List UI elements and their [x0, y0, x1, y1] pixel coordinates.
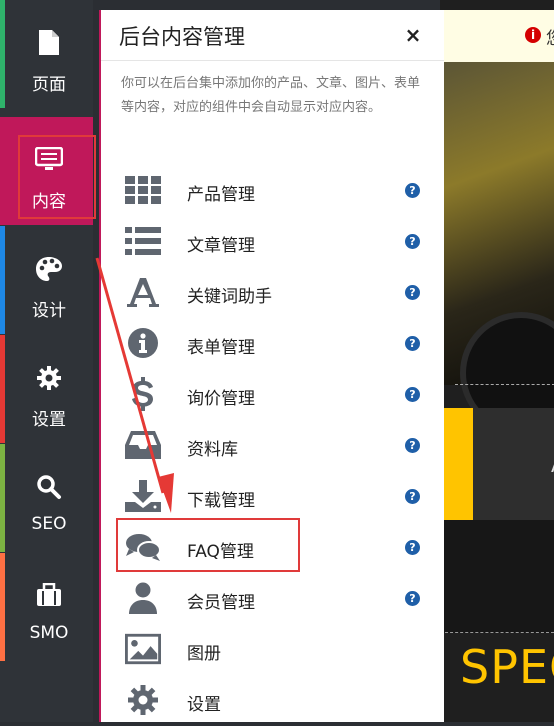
help-icon[interactable]: ?	[405, 438, 420, 453]
sidebar-item-label: 页面	[32, 75, 66, 95]
yellow-block	[440, 408, 473, 520]
font-icon	[125, 275, 161, 309]
image-icon	[125, 632, 161, 666]
menu-item-label: 会员管理	[187, 593, 255, 613]
notice-text: 您	[546, 24, 554, 49]
help-icon[interactable]: ?	[405, 285, 420, 300]
menu-item-inquiries[interactable]: 询价管理 ?	[101, 369, 444, 420]
panel-header: 后台内容管理 ×	[101, 10, 444, 61]
gear-icon	[125, 683, 161, 717]
inbox-icon	[125, 428, 161, 462]
sidebar-item-label: SMO	[29, 623, 69, 643]
help-icon[interactable]: ?	[405, 387, 420, 402]
dashed-divider	[455, 384, 554, 385]
sidebar-item-content[interactable]: 内容	[0, 117, 96, 225]
help-icon[interactable]: ?	[405, 234, 420, 249]
sidebar-item-label: SEO	[31, 514, 67, 534]
menu-item-keywords[interactable]: 关键词助手 ?	[101, 267, 444, 318]
menu-item-label: 下载管理	[187, 491, 255, 511]
menu-item-label: 询价管理	[187, 389, 255, 409]
menu-item-label: 关键词助手	[187, 287, 272, 307]
help-icon[interactable]: ?	[405, 336, 420, 351]
menu-item-downloads[interactable]: 下载管理 ?	[101, 471, 444, 522]
help-icon[interactable]: ?	[405, 489, 420, 504]
sidebar-item-settings[interactable]: 设置	[0, 335, 93, 443]
content-panel: 后台内容管理 × 你可以在后台集中添加你的产品、文章、图片、表单等内容，对应的组…	[99, 10, 444, 722]
grid-icon	[125, 173, 161, 207]
palette-icon	[5, 256, 93, 282]
menu-item-label: 文章管理	[187, 236, 255, 256]
banner-text: SPEC	[460, 640, 554, 694]
menu-item-products[interactable]: 产品管理 ?	[101, 165, 444, 216]
dark-band: A	[473, 408, 554, 520]
help-icon[interactable]: ?	[405, 540, 420, 555]
menu-item-label: 设置	[187, 695, 221, 715]
sidebar-item-label: 内容	[32, 192, 66, 212]
menu-item-label: 产品管理	[187, 185, 255, 205]
help-icon[interactable]: ?	[405, 591, 420, 606]
faq-annotation-box	[116, 518, 300, 572]
menu-item-articles[interactable]: 文章管理 ?	[101, 216, 444, 267]
dashed-divider	[440, 632, 554, 633]
sidebar-item-label: 设置	[32, 410, 66, 430]
menu-item-forms[interactable]: 表单管理 ?	[101, 318, 444, 369]
menu-item-label: 表单管理	[187, 338, 255, 358]
hero-image	[440, 62, 554, 434]
dollar-icon	[125, 377, 161, 411]
sidebar-item-pages[interactable]: 页面	[0, 0, 93, 108]
sidebar-item-seo[interactable]: SEO	[0, 444, 93, 552]
sidebar-item-label: 设计	[32, 301, 66, 321]
sidebar-item-design[interactable]: 设计	[0, 226, 93, 334]
notice-bar: i 您	[440, 10, 554, 62]
monitor-icon	[5, 147, 93, 173]
sidebar: 页面 内容 设计 设置 SEO SMO	[0, 0, 96, 722]
panel-description: 你可以在后台集中添加你的产品、文章、图片、表单等内容，对应的组件中会自动显示对应…	[121, 76, 421, 115]
search-icon	[5, 474, 93, 500]
briefcase-icon	[5, 583, 93, 609]
error-icon: i	[525, 27, 541, 43]
gear-icon	[5, 365, 93, 391]
list-icon	[125, 224, 161, 258]
menu-item-settings[interactable]: 设置	[101, 675, 444, 726]
sidebar-item-smo[interactable]: SMO	[0, 553, 93, 661]
panel-title: 后台内容管理	[119, 25, 245, 49]
menu-item-label: 资料库	[187, 440, 238, 460]
file-icon	[5, 30, 93, 56]
help-icon[interactable]: ?	[405, 183, 420, 198]
menu-item-library[interactable]: 资料库 ?	[101, 420, 444, 471]
menu-item-members[interactable]: 会员管理 ?	[101, 573, 444, 624]
close-button[interactable]: ×	[403, 25, 423, 45]
user-icon	[125, 581, 161, 615]
download-icon	[125, 479, 161, 513]
menu-item-gallery[interactable]: 图册	[101, 624, 444, 675]
info-icon	[125, 326, 161, 360]
background-page: i 您 A SPEC	[440, 0, 554, 722]
dark-section	[440, 520, 554, 633]
menu-item-label: 图册	[187, 644, 221, 664]
